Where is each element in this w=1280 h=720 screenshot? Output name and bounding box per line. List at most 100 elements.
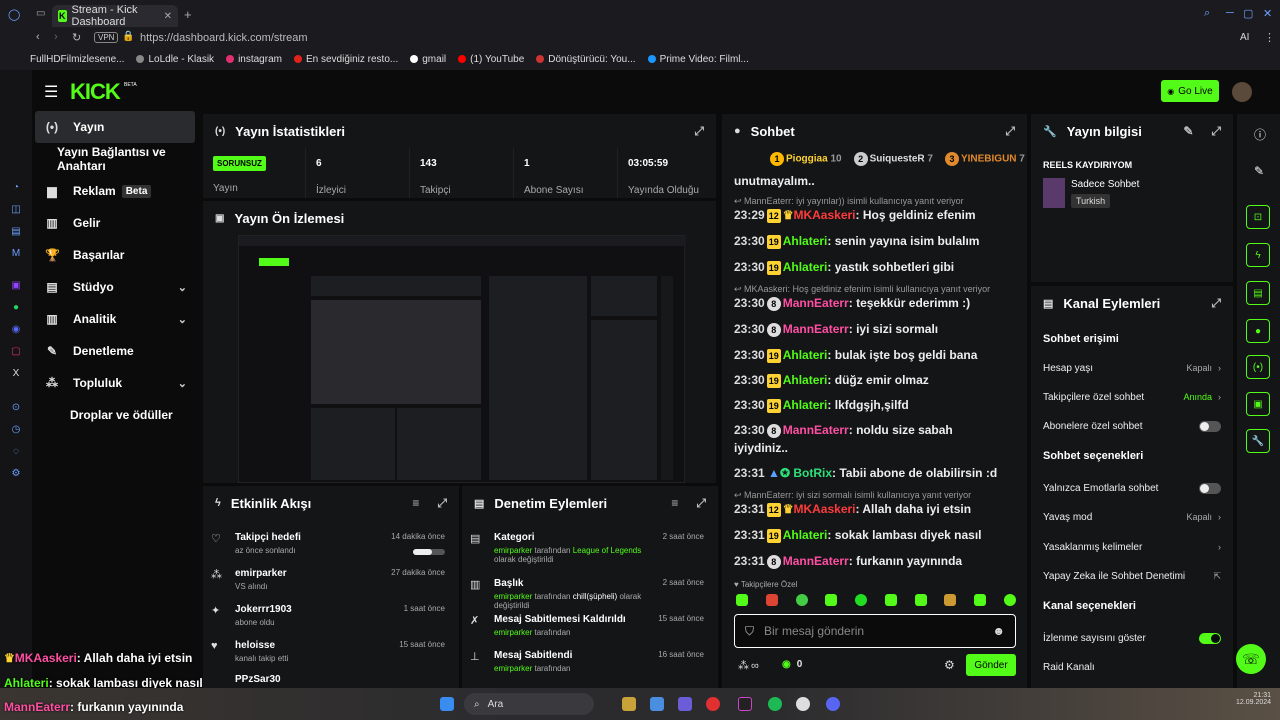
gifter-item[interactable]: 3 YINEBIGUN 7 <box>943 152 1025 166</box>
instagram-icon[interactable]: ▢ <box>10 346 22 358</box>
chat-username[interactable]: MannEaterr <box>783 423 849 437</box>
chat-message[interactable]: 23:30 8 MannEaterr: teşekkür ederimm :) <box>734 296 1024 311</box>
bookmark-item[interactable]: Dönüştürücü: You... <box>536 54 636 65</box>
emote-icon[interactable] <box>1003 594 1016 606</box>
emote-icon[interactable] <box>765 594 778 606</box>
rail-button-info[interactable]: 🔧 <box>1246 429 1270 453</box>
kick-logo[interactable]: KICK <box>70 79 121 105</box>
send-button[interactable]: Gönder <box>966 654 1016 676</box>
edit-icon[interactable]: ✎ <box>1183 124 1193 138</box>
sidebar-app-icon[interactable]: ◫ <box>10 204 22 216</box>
sidebar-app-icon[interactable]: M <box>10 248 22 260</box>
browser-menu-dots-icon[interactable]: ⋮ <box>1264 31 1275 44</box>
chat-message[interactable]: 23:30 19 Ahlateri: lkfdgşjh,şilfd <box>734 398 1024 413</box>
chat-username[interactable]: Ahlateri <box>783 260 828 274</box>
expand-icon[interactable]: ⤢ <box>696 496 706 511</box>
expand-icon[interactable]: ⤢ <box>1211 296 1221 311</box>
chat-message[interactable]: 23:30 19 Ahlateri: düğz emir olmaz <box>734 373 1024 388</box>
new-tab-icon[interactable]: + <box>184 7 192 22</box>
spotify-icon[interactable] <box>768 697 782 711</box>
emote-icon[interactable] <box>914 594 927 606</box>
chat-message[interactable]: 23:29 12 ♛MKAaskeri: Hoş geldiniz efenim <box>734 208 1024 223</box>
info-icon[interactable]: ⓘ <box>1254 126 1266 143</box>
category-name[interactable]: Sadece Sohbet <box>1071 179 1139 190</box>
setting-raid[interactable]: Raid Kanalı <box>1043 657 1221 677</box>
setting-account-age[interactable]: Hesap yaşı Kapalı › <box>1043 358 1221 378</box>
chat-message[interactable]: 23:30 19 Ahlateri: senin yayına isim bulal… <box>734 234 1024 249</box>
url-field[interactable]: https://dashboard.kick.com/stream <box>140 32 308 44</box>
show-viewers-toggle[interactable] <box>1199 632 1221 644</box>
settings-icon[interactable]: ⚙ <box>10 468 22 480</box>
edit-icon[interactable]: ✎ <box>1254 164 1264 178</box>
filter-icon[interactable]: ≡ <box>412 496 419 510</box>
taskbar-app-icon[interactable] <box>678 697 692 711</box>
expand-icon[interactable]: ⤢ <box>437 496 447 511</box>
hamburger-menu-icon[interactable]: ☰ <box>44 82 58 102</box>
bookmark-item[interactable]: instagram <box>226 54 282 65</box>
rail-button-modlog[interactable]: ▤ <box>1246 281 1270 305</box>
stream-preview-video[interactable] <box>238 235 686 483</box>
chat-username[interactable]: MKAaskeri <box>793 208 855 222</box>
points-counter[interactable]: ◉ 0 <box>782 659 802 670</box>
tab-close-icon[interactable]: ✕ <box>164 11 172 22</box>
chat-message[interactable]: 23:31 ▲✪ BotRix: Tabii abone de olabilir… <box>734 466 1024 480</box>
setting-show-viewers[interactable]: İzlenme sayısını göster <box>1043 628 1221 648</box>
bookmark-item[interactable]: LoLdle - Klasik <box>136 54 214 65</box>
chat-username[interactable]: Ahlateri <box>783 398 828 412</box>
sidebar-item-basarilar[interactable]: 🏆 Başarılar <box>35 239 195 271</box>
setting-subs-chat[interactable]: Abonelere özel sohbet <box>1043 416 1221 436</box>
vpn-badge[interactable]: VPN <box>94 32 119 43</box>
help-button[interactable]: ☏ <box>1236 644 1266 674</box>
setting-slow-mode[interactable]: Yavaş mod Kapalı › <box>1043 507 1221 527</box>
emote-icon[interactable] <box>736 594 748 606</box>
bookmark-item[interactable]: (1) YouTube <box>458 54 524 65</box>
kicks-counter[interactable]: ⁂ ∞ <box>738 659 759 673</box>
sidebar-app-icon[interactable]: ▤ <box>10 226 22 238</box>
chat-username[interactable]: MannEaterr <box>783 554 849 568</box>
sidebar-item-topluluk[interactable]: ⁂ Topluluk ⌄ <box>35 367 195 399</box>
gifter-item[interactable]: 1 Pioggiaa 10 <box>768 152 842 166</box>
bookmark-item[interactable]: FullHDFilmizlesene... <box>30 54 124 65</box>
close-window-icon[interactable]: ✕ <box>1263 7 1272 20</box>
chat-username[interactable]: MannEaterr <box>783 322 849 336</box>
setting-ai-moderation[interactable]: Yapay Zeka ile Sohbet Denetimi ⇱ <box>1043 566 1221 586</box>
taskbar-clock[interactable]: 21:31 12.09.2024 <box>1236 692 1271 706</box>
emote-icon[interactable] <box>825 594 838 606</box>
sidebar-app-icon[interactable]: ◔ <box>10 182 22 194</box>
gifter-item[interactable]: 2 SuiquesteR 7 <box>852 152 933 166</box>
active-tab[interactable]: K Stream - Kick Dashboard ✕ <box>52 4 178 28</box>
chat-username[interactable]: Ahlateri <box>783 373 828 387</box>
emote-icon[interactable] <box>974 594 987 606</box>
go-live-button[interactable]: ◉ Go Live <box>1161 80 1219 102</box>
setting-followers-chat[interactable]: Takipçilere özel sohbet Anında › <box>1043 387 1221 407</box>
sidebar-app-icon[interactable]: ⊙ <box>10 402 22 414</box>
rail-button-broadcast[interactable]: (•) <box>1246 355 1270 379</box>
x-icon[interactable]: X <box>10 368 22 380</box>
windows-start-icon[interactable] <box>440 697 454 711</box>
subs-chat-toggle[interactable] <box>1199 420 1221 432</box>
taskbar-app-icon[interactable] <box>796 697 810 711</box>
chat-message[interactable]: 23:30 19 Ahlateri: yastık sohbetleri gibi <box>734 260 1024 275</box>
sidebar-item-studyo[interactable]: ▤ Stüdyo ⌄ <box>35 271 195 303</box>
setting-banned-words[interactable]: Yasaklanmış kelimeler › <box>1043 537 1221 557</box>
discord-icon[interactable] <box>826 697 840 711</box>
chat-username[interactable]: MannEaterr <box>783 296 849 310</box>
ai-button[interactable]: AI <box>1240 32 1249 43</box>
bookmark-item[interactable]: En sevdiğiniz resto... <box>293 54 398 65</box>
sidebar-item-analitik[interactable]: ▥ Analitik ⌄ <box>35 303 195 335</box>
back-icon[interactable]: ‹ <box>36 31 40 43</box>
emote-icon[interactable] <box>884 594 897 606</box>
discord-icon[interactable]: ◉ <box>10 324 22 336</box>
file-explorer-icon[interactable] <box>622 697 636 711</box>
expand-icon[interactable]: ⤢ <box>694 124 704 139</box>
emoji-icon[interactable]: ☻ <box>992 624 1005 638</box>
chat-message[interactable]: 23:31 12 ♛MKAaskeri: Allah daha iyi etsin <box>734 502 1024 517</box>
browser-menu-icon[interactable]: ◯ <box>8 8 20 21</box>
history-icon[interactable]: ◷ <box>10 424 22 436</box>
rail-button-chat[interactable]: ● <box>1246 319 1270 343</box>
sidebar-item-denetleme[interactable]: ✎ Denetleme <box>35 335 195 367</box>
avatar[interactable] <box>1232 82 1252 102</box>
chat-username[interactable]: BotRix <box>793 466 832 480</box>
minimize-icon[interactable]: ─ <box>1226 7 1234 19</box>
reload-icon[interactable]: ↻ <box>72 31 81 44</box>
